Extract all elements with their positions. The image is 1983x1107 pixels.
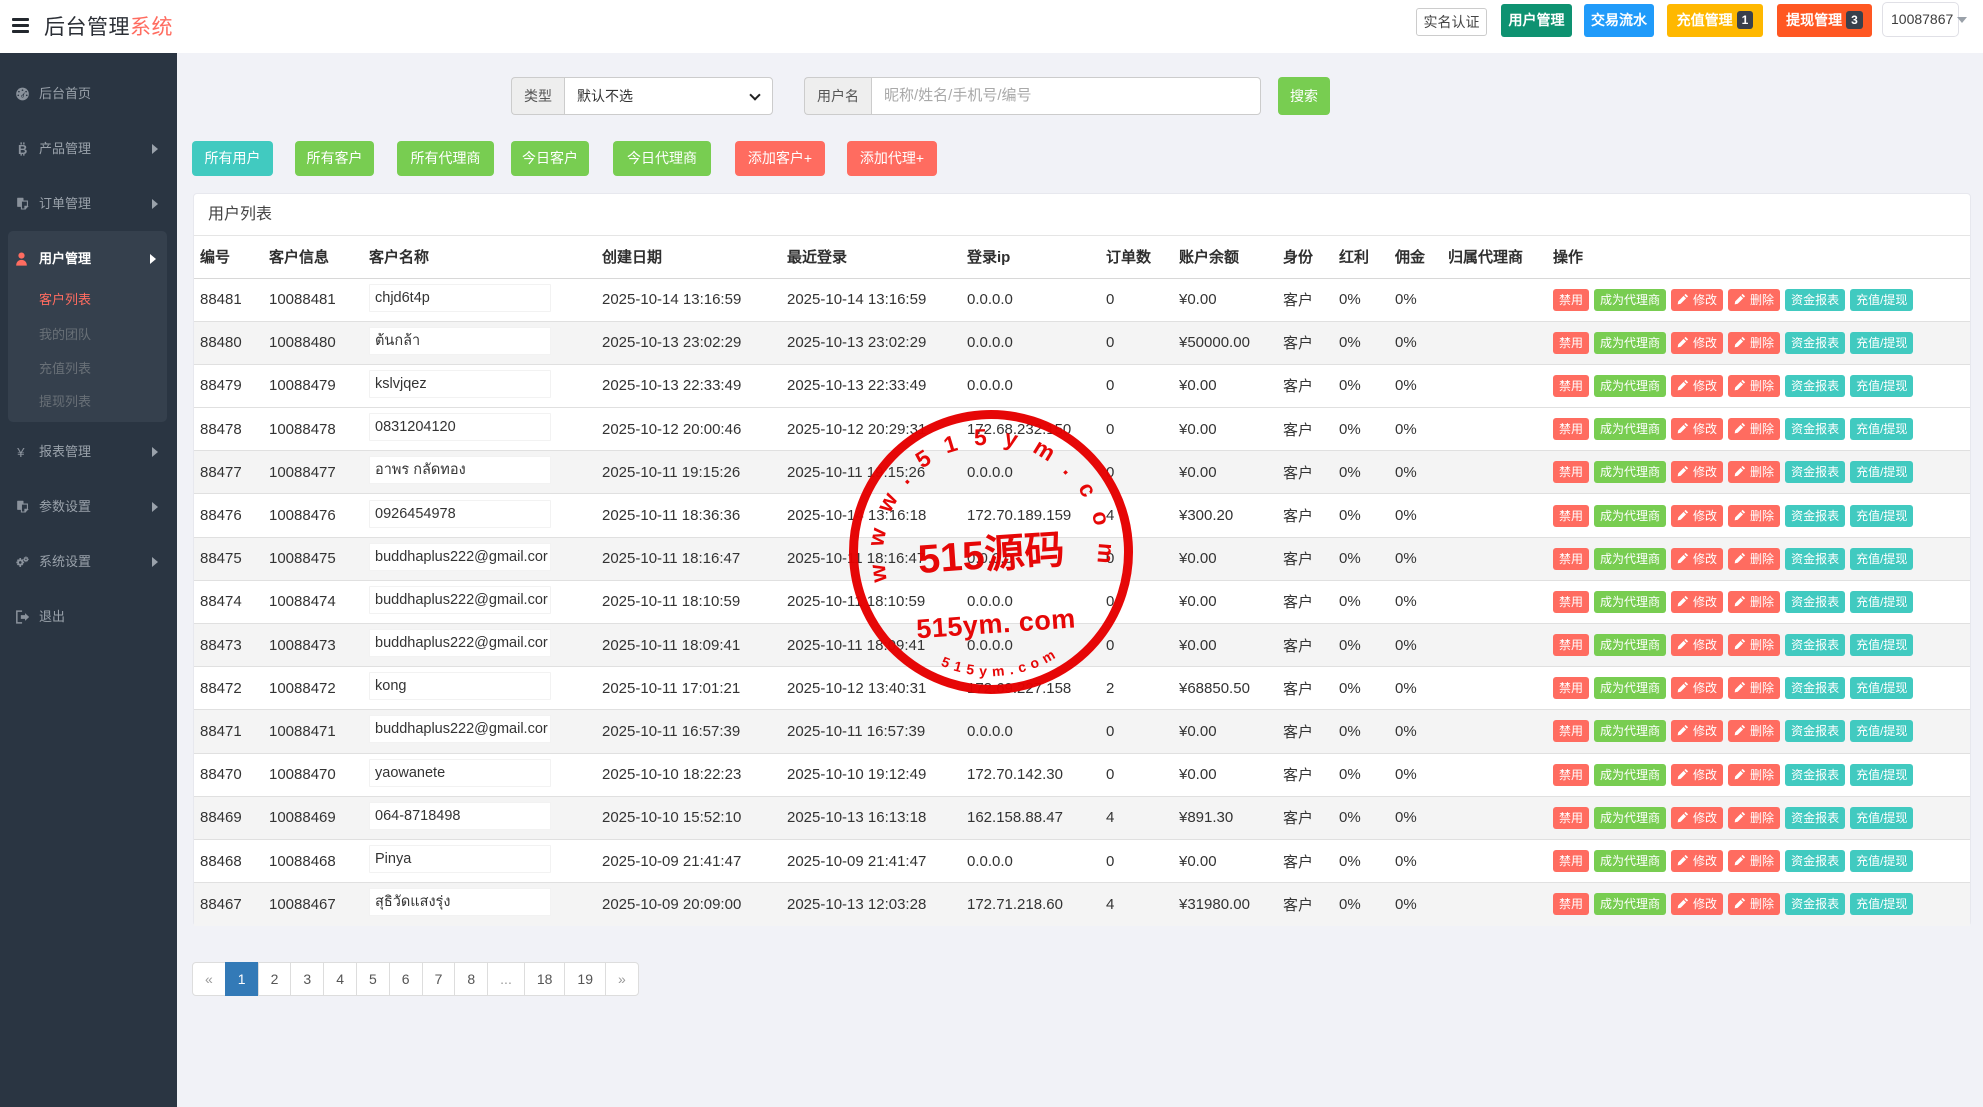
svg-text:¥: ¥ bbox=[16, 445, 25, 459]
svg-text:B: B bbox=[18, 142, 27, 156]
